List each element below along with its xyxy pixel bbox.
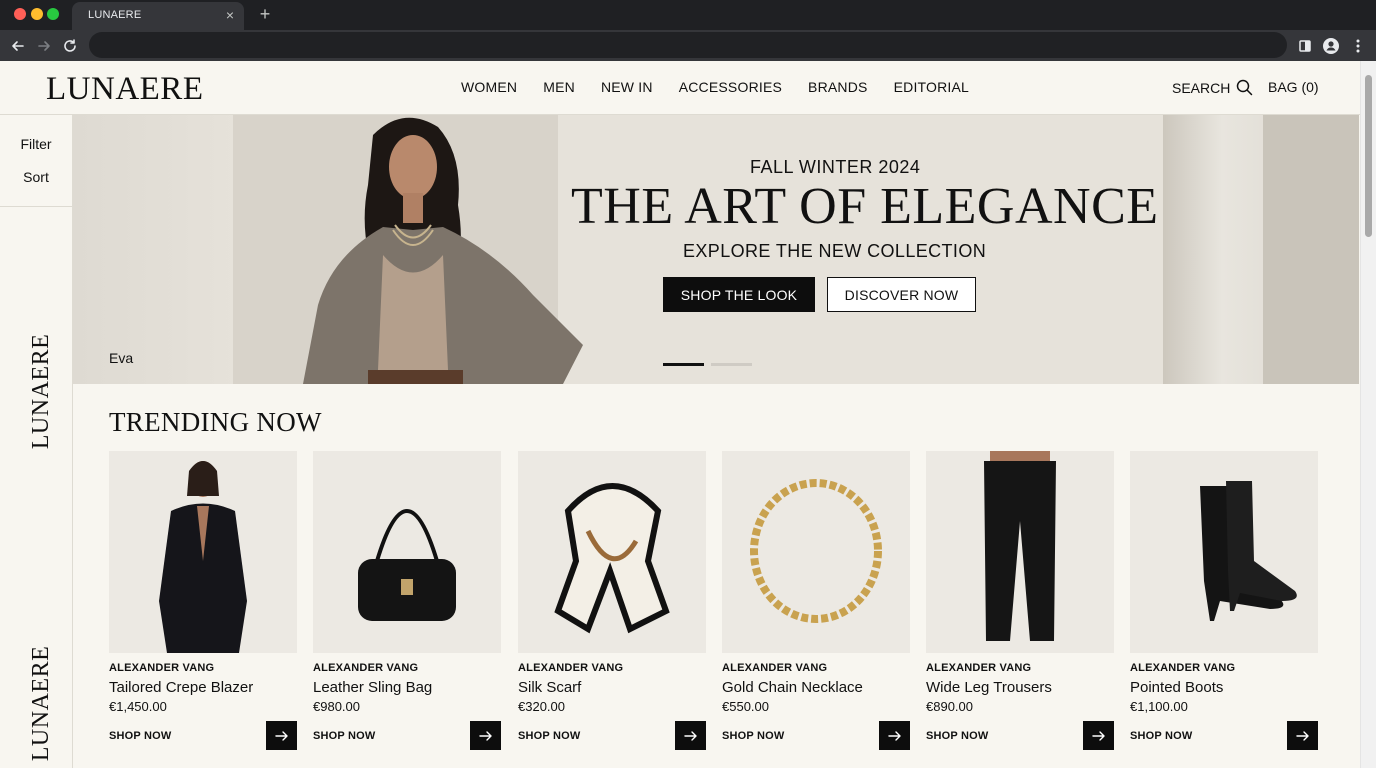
product-name[interactable]: Tailored Crepe Blazer [109, 679, 253, 696]
nav-new-in[interactable]: NEW IN [601, 79, 653, 95]
nav-women[interactable]: WOMEN [461, 79, 517, 95]
search-button[interactable]: SEARCH [1172, 79, 1253, 96]
more-menu-icon[interactable] [1348, 36, 1368, 56]
web-page: LUNAERE WOMEN MEN NEW IN ACCESSORIES BRA… [0, 61, 1376, 768]
hero-subtitle: EXPLORE THE NEW COLLECTION [683, 241, 987, 261]
product-image[interactable] [722, 451, 910, 653]
product-card[interactable]: ALEXANDER VANG Gold Chain Necklace €550.… [722, 451, 910, 751]
product-price: €550.00 [722, 699, 769, 714]
reload-icon[interactable] [60, 36, 80, 56]
arrow-right-icon[interactable] [470, 721, 501, 750]
shop-now-link[interactable]: SHOP NOW [926, 730, 989, 742]
shop-now-link[interactable]: SHOP NOW [722, 730, 785, 742]
browser-toolbar [0, 30, 1376, 61]
tab-title: LUNAERE [88, 9, 142, 21]
product-name[interactable]: Silk Scarf [518, 679, 581, 696]
product-price: €890.00 [926, 699, 973, 714]
vertical-logo-bottom: LUNAERE [28, 645, 55, 762]
product-card[interactable]: ALEXANDER VANG Wide Leg Trousers €890.00… [926, 451, 1114, 751]
arrow-right-icon[interactable] [675, 721, 706, 750]
arrow-right-icon[interactable] [879, 721, 910, 750]
close-window-button[interactable] [14, 8, 26, 20]
product-image[interactable] [926, 451, 1114, 653]
site-logo[interactable]: LUNAERE [46, 71, 203, 108]
nav-men[interactable]: MEN [543, 79, 575, 95]
filter-button[interactable]: Filter [0, 136, 72, 152]
browser-tab[interactable]: LUNAERE × [72, 2, 244, 30]
side-panel-icon[interactable] [1295, 36, 1315, 56]
product-image[interactable] [109, 451, 297, 653]
arrow-right-icon[interactable] [266, 721, 297, 750]
forward-arrow-icon[interactable] [34, 36, 54, 56]
plus-icon[interactable]: + [256, 5, 274, 23]
shop-now-link[interactable]: SHOP NOW [109, 730, 172, 742]
sidebar: Filter Sort LUNAERE LUNAERE [0, 115, 73, 768]
sort-button[interactable]: Sort [0, 169, 72, 185]
hero-wall-edge [1263, 115, 1359, 384]
product-card[interactable]: ALEXANDER VANG Tailored Crepe Blazer €1,… [109, 451, 297, 751]
carousel-indicator[interactable] [711, 363, 752, 366]
scrollbar-thumb[interactable] [1365, 75, 1372, 237]
search-label: SEARCH [1172, 79, 1231, 96]
product-name[interactable]: Gold Chain Necklace [722, 679, 863, 696]
carousel-indicator-active[interactable] [663, 363, 704, 366]
product-card[interactable]: ALEXANDER VANG Pointed Boots €1,100.00 S… [1130, 451, 1318, 751]
profile-icon[interactable] [1321, 36, 1341, 56]
shop-now-link[interactable]: SHOP NOW [1130, 730, 1193, 742]
bag-button[interactable]: BAG (0) [1268, 79, 1319, 95]
site-header: LUNAERE WOMEN MEN NEW IN ACCESSORIES BRA… [0, 61, 1360, 115]
product-brand: ALEXANDER VANG [1130, 662, 1236, 674]
hero-title: THE ART OF ELEGANCE [571, 178, 1159, 235]
maximize-window-button[interactable] [47, 8, 59, 20]
nav-brands[interactable]: BRANDS [808, 79, 868, 95]
page-scrollbar[interactable] [1360, 61, 1376, 768]
close-icon[interactable]: × [222, 7, 238, 23]
product-brand: ALEXANDER VANG [722, 662, 828, 674]
product-card[interactable]: ALEXANDER VANG Leather Sling Bag €980.00… [313, 451, 501, 751]
arrow-right-icon[interactable] [1287, 721, 1318, 750]
product-grid: ALEXANDER VANG Tailored Crepe Blazer €1,… [109, 451, 1318, 751]
shop-the-look-button[interactable]: SHOP THE LOOK [663, 277, 815, 312]
vertical-logo: LUNAERE [28, 333, 55, 450]
product-image[interactable] [518, 451, 706, 653]
arrow-right-icon[interactable] [1083, 721, 1114, 750]
product-price: €320.00 [518, 699, 565, 714]
product-price: €980.00 [313, 699, 360, 714]
browser-tab-bar: LUNAERE × + [0, 0, 1376, 30]
sidebar-controls: Filter Sort [0, 115, 72, 207]
main-nav: WOMEN MEN NEW IN ACCESSORIES BRANDS EDIT… [461, 79, 995, 95]
product-name[interactable]: Wide Leg Trousers [926, 679, 1052, 696]
section-title: TRENDING NOW [109, 407, 322, 437]
product-brand: ALEXANDER VANG [313, 662, 419, 674]
nav-editorial[interactable]: EDITORIAL [894, 79, 969, 95]
product-price: €1,450.00 [109, 699, 167, 714]
address-bar[interactable] [89, 32, 1287, 58]
product-name[interactable]: Leather Sling Bag [313, 679, 432, 696]
product-brand: ALEXANDER VANG [926, 662, 1032, 674]
product-image[interactable] [313, 451, 501, 653]
hero-model-image [303, 117, 583, 384]
product-brand: ALEXANDER VANG [518, 662, 624, 674]
discover-now-button[interactable]: DISCOVER NOW [827, 277, 976, 312]
hero-season: FALL WINTER 2024 [750, 157, 921, 177]
nav-accessories[interactable]: ACCESSORIES [679, 79, 782, 95]
shop-now-link[interactable]: SHOP NOW [518, 730, 581, 742]
minimize-window-button[interactable] [31, 8, 43, 20]
hero-banner: Eva FALL WINTER 2024 THE ART OF ELEGANCE… [73, 115, 1359, 384]
product-card[interactable]: ALEXANDER VANG Silk Scarf €320.00 SHOP N… [518, 451, 706, 751]
product-name[interactable]: Pointed Boots [1130, 679, 1223, 696]
product-image[interactable] [1130, 451, 1318, 653]
product-price: €1,100.00 [1130, 699, 1188, 714]
back-arrow-icon[interactable] [8, 36, 28, 56]
product-brand: ALEXANDER VANG [109, 662, 215, 674]
shop-now-link[interactable]: SHOP NOW [313, 730, 376, 742]
model-name-label: Eva [109, 350, 134, 366]
search-icon [1237, 79, 1253, 96]
